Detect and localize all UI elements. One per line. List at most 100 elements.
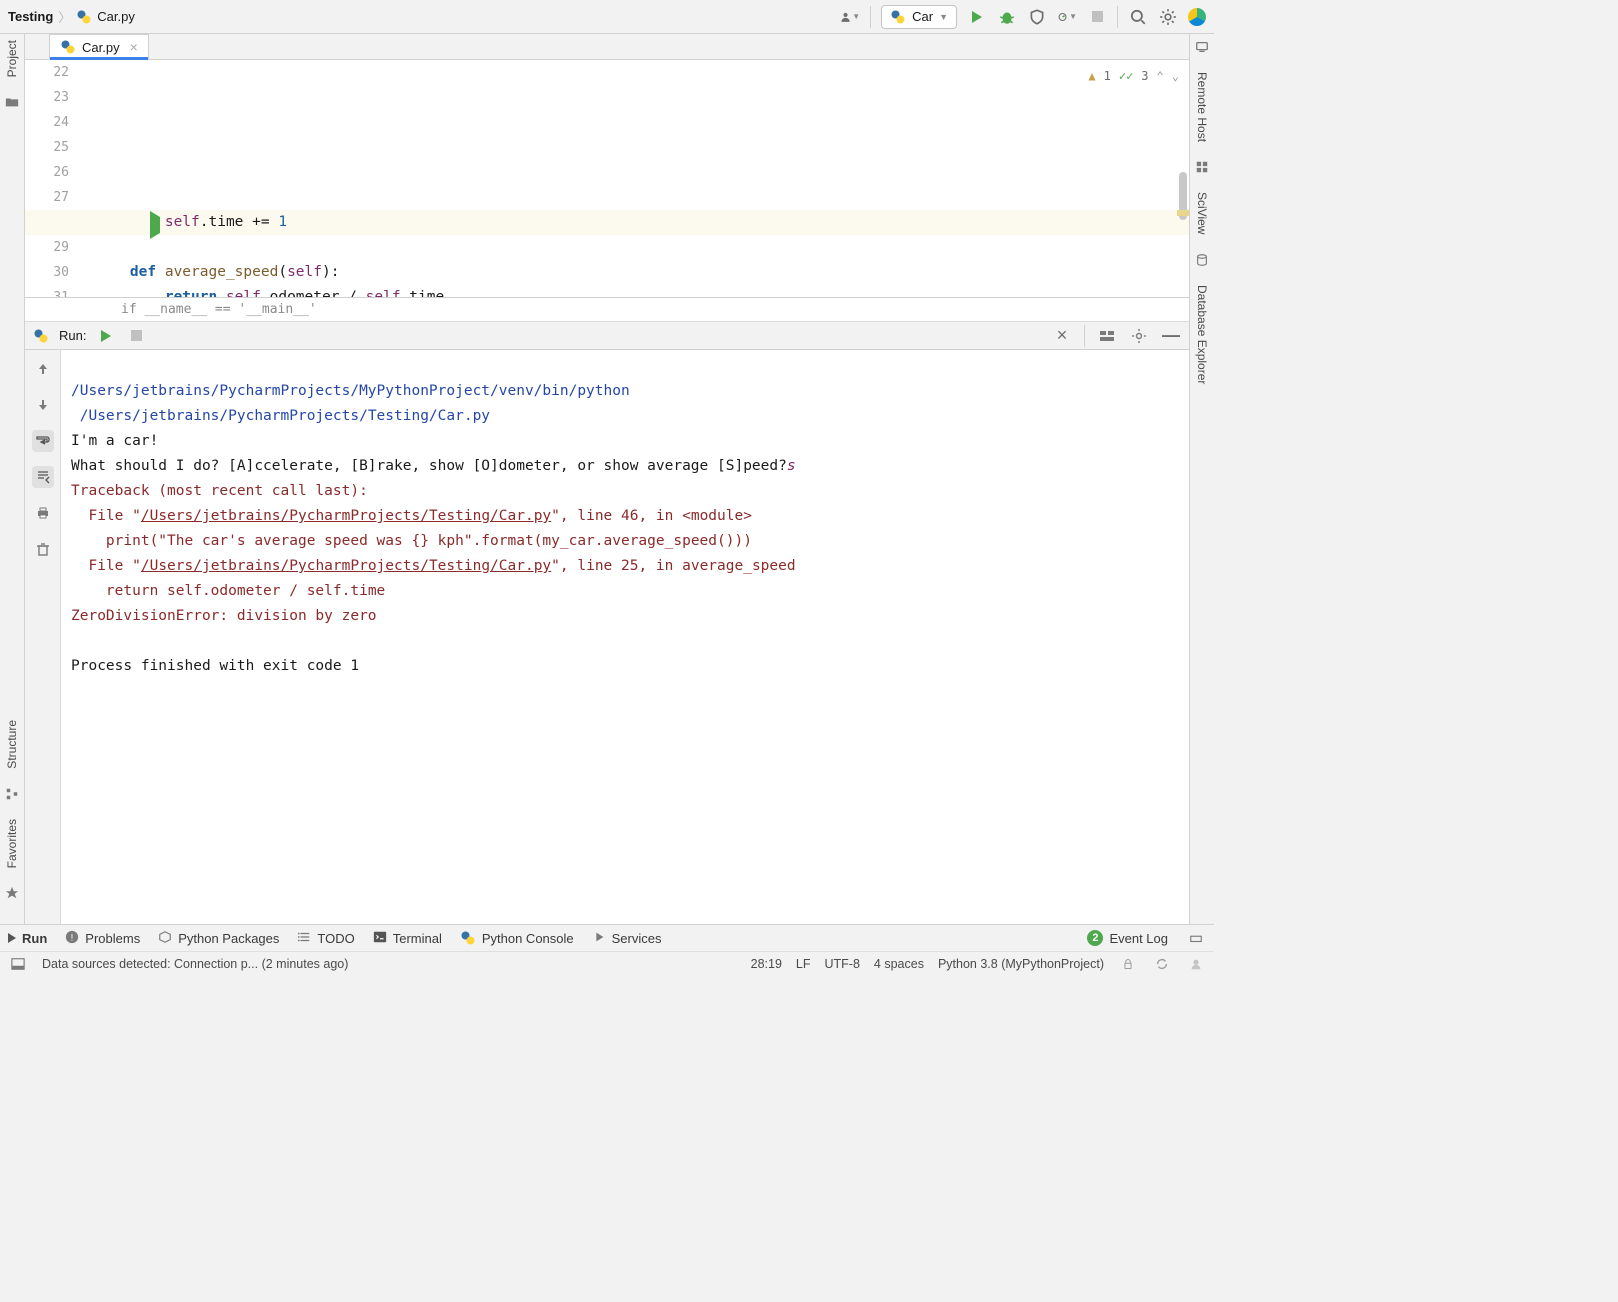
- console-line: /Users/jetbrains/PycharmProjects/Testing…: [71, 408, 490, 424]
- stop-button[interactable]: [126, 326, 146, 346]
- chevron-up-icon[interactable]: ⌃: [1157, 64, 1164, 89]
- python-file-icon: [60, 39, 76, 55]
- traceback-file-link[interactable]: /Users/jetbrains/PycharmProjects/Testing…: [141, 508, 551, 524]
- down-arrow-icon[interactable]: [32, 394, 54, 416]
- list-icon: [297, 930, 311, 947]
- project-tool-button[interactable]: Project: [5, 40, 19, 77]
- settings-icon[interactable]: [1158, 7, 1178, 27]
- console-line: print("The car's average speed was {} kp…: [71, 533, 752, 549]
- run-tool-button[interactable]: Run: [8, 931, 47, 946]
- lock-icon[interactable]: [1118, 954, 1138, 974]
- svg-text:!: !: [71, 932, 74, 943]
- favorites-tool-button[interactable]: Favorites: [5, 819, 19, 868]
- settings-icon[interactable]: [1129, 326, 1149, 346]
- services-tool-button[interactable]: Services: [592, 930, 662, 947]
- profile-button[interactable]: ▼: [1057, 7, 1077, 27]
- warning-circle-icon: !: [65, 930, 79, 947]
- layout-icon[interactable]: [1097, 326, 1117, 346]
- tool-window-toggle-icon[interactable]: [8, 954, 28, 974]
- passed-count: 3: [1141, 64, 1148, 89]
- close-icon[interactable]: ×: [1052, 326, 1072, 346]
- database-icon[interactable]: [1195, 253, 1209, 267]
- context-breadcrumb[interactable]: if __name__ == '__main__': [25, 298, 1189, 322]
- debug-button[interactable]: [997, 7, 1017, 27]
- inspection-widget[interactable]: ▲ 1 ✓✓ 3 ⌃ ⌄: [1088, 64, 1179, 89]
- code-editor[interactable]: 22232425262728293031 ▲ 1 ✓✓ 3 ⌃ ⌄ self.t…: [25, 60, 1189, 298]
- user-icon[interactable]: [1186, 954, 1206, 974]
- traceback-file-link[interactable]: /Users/jetbrains/PycharmProjects/Testing…: [141, 558, 551, 574]
- account-icon[interactable]: ▼: [840, 7, 860, 27]
- run-config-selector[interactable]: Car ▼: [881, 5, 957, 29]
- breadcrumb-project[interactable]: Testing: [8, 9, 53, 24]
- remote-host-tool-button[interactable]: Remote Host: [1195, 72, 1209, 142]
- status-bar: Data sources detected: Connection p... (…: [0, 951, 1214, 976]
- warning-count: 1: [1104, 64, 1111, 89]
- terminal-tool-button[interactable]: Terminal: [373, 930, 442, 947]
- run-panel-body: /Users/jetbrains/PycharmProjects/MyPytho…: [25, 350, 1189, 924]
- coverage-button[interactable]: [1027, 7, 1047, 27]
- console-user-input: s: [787, 458, 796, 474]
- python-console-tool-button[interactable]: Python Console: [460, 930, 574, 946]
- python-interpreter[interactable]: Python 3.8 (MyPythonProject): [938, 957, 1104, 971]
- sync-icon[interactable]: [1152, 954, 1172, 974]
- run-panel-title: Run:: [59, 328, 86, 343]
- services-icon: [592, 930, 606, 947]
- print-icon[interactable]: [32, 502, 54, 524]
- line-separator[interactable]: LF: [796, 957, 811, 971]
- file-tab-car[interactable]: Car.py ×: [49, 34, 149, 59]
- file-encoding[interactable]: UTF-8: [825, 957, 860, 971]
- console-line: File "/Users/jetbrains/PycharmProjects/T…: [71, 508, 752, 524]
- close-icon[interactable]: ×: [130, 39, 138, 55]
- minimize-icon[interactable]: —: [1161, 326, 1181, 346]
- rerun-button[interactable]: [96, 326, 116, 346]
- database-tool-button[interactable]: Database Explorer: [1195, 285, 1209, 384]
- bottom-tool-stripe: Run ! Problems Python Packages TODO Term…: [0, 924, 1214, 951]
- stop-button[interactable]: [1087, 7, 1107, 27]
- top-toolbar: Testing 〉 Car.py ▼ Car ▼ ▼: [0, 0, 1214, 34]
- check-icon: ✓✓: [1119, 64, 1133, 89]
- sciview-tool-button[interactable]: SciView: [1195, 192, 1209, 234]
- todo-tool-button[interactable]: TODO: [297, 930, 354, 947]
- python-file-icon: [76, 9, 92, 25]
- event-log-tool-button[interactable]: 2 Event Log: [1087, 930, 1168, 946]
- indent-settings[interactable]: 4 spaces: [874, 957, 924, 971]
- run-config-name: Car: [912, 9, 933, 24]
- up-arrow-icon[interactable]: [32, 358, 54, 380]
- console-error-line: ZeroDivisionError: division by zero: [71, 608, 377, 624]
- sciview-icon[interactable]: [1195, 160, 1209, 174]
- toolbar-divider: [1117, 6, 1118, 28]
- scroll-to-end-icon[interactable]: [32, 466, 54, 488]
- memory-indicator-icon[interactable]: [1186, 928, 1206, 948]
- warning-icon: ▲: [1088, 64, 1095, 89]
- run-button[interactable]: [967, 7, 987, 27]
- breadcrumb-file[interactable]: Car.py: [97, 9, 135, 24]
- status-message[interactable]: Data sources detected: Connection p... (…: [42, 957, 348, 971]
- console-line: /Users/jetbrains/PycharmProjects/MyPytho…: [71, 383, 630, 399]
- console-output[interactable]: /Users/jetbrains/PycharmProjects/MyPytho…: [61, 350, 1189, 924]
- console-traceback-header: Traceback (most recent call last):: [71, 483, 368, 499]
- run-side-toolbar: [25, 350, 61, 924]
- context-crumb-label: if __name__ == '__main__': [121, 302, 317, 317]
- breadcrumb-separator-icon: 〉: [58, 7, 71, 26]
- caret-position[interactable]: 28:19: [751, 957, 782, 971]
- folder-icon[interactable]: [5, 95, 19, 109]
- structure-icon[interactable]: [5, 787, 19, 801]
- jetbrains-icon[interactable]: [1188, 8, 1206, 26]
- search-icon[interactable]: [1128, 7, 1148, 27]
- python-file-icon: [33, 328, 49, 344]
- python-packages-tool-button[interactable]: Python Packages: [158, 930, 279, 947]
- play-icon: [8, 933, 16, 943]
- trash-icon[interactable]: [32, 538, 54, 560]
- chevron-down-icon[interactable]: ⌄: [1172, 64, 1179, 89]
- soft-wrap-icon[interactable]: [32, 430, 54, 452]
- remote-host-icon[interactable]: [1195, 40, 1209, 54]
- run-line-gutter-icon[interactable]: [150, 213, 160, 238]
- right-tool-stripe: Remote Host SciView Database Explorer: [1189, 34, 1214, 924]
- console-line: I'm a car!: [71, 433, 158, 449]
- problems-tool-button[interactable]: ! Problems: [65, 930, 140, 947]
- breadcrumb[interactable]: Testing 〉 Car.py: [8, 7, 135, 26]
- console-line: File "/Users/jetbrains/PycharmProjects/T…: [71, 558, 796, 574]
- star-icon[interactable]: [5, 886, 19, 900]
- python-icon: [460, 930, 476, 946]
- structure-tool-button[interactable]: Structure: [5, 720, 19, 769]
